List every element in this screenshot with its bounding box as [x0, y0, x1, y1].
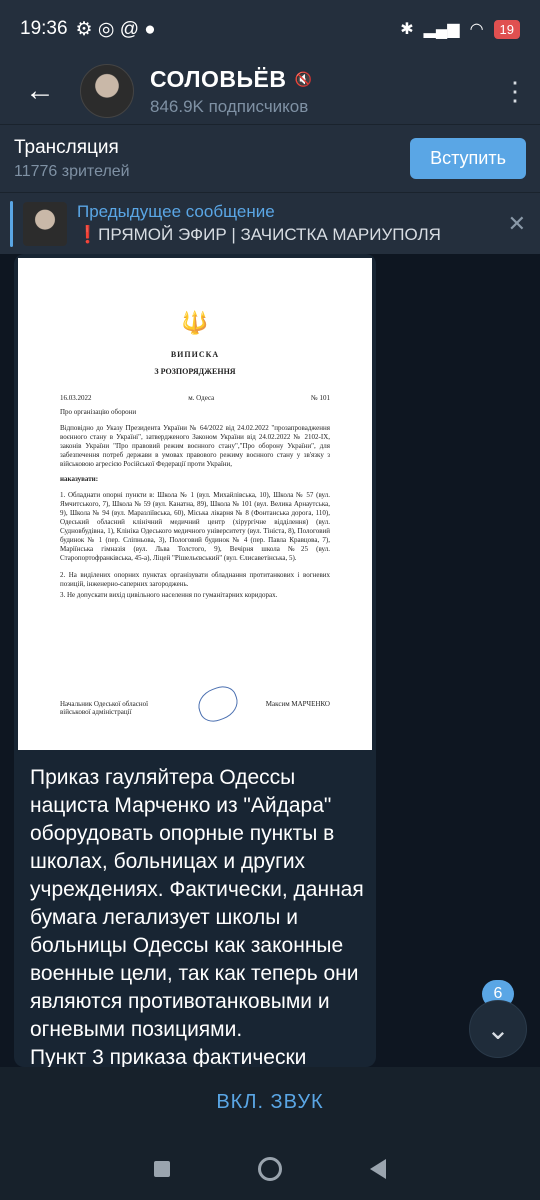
document-body-point2: 2. На виділених опорних пунктах організу… [60, 571, 330, 588]
system-navigation-bar [0, 1137, 540, 1200]
document-heading: ВИПИСКА [170, 350, 220, 359]
live-broadcast-bar: Трансляция 11776 зрителей Вступить [0, 124, 540, 192]
status-time: 19:36 [20, 18, 68, 39]
subscriber-count: 846.9K подписчиков [150, 96, 309, 116]
document-number: № 101 [311, 394, 330, 402]
pinned-text: ❗ПРЯМОЙ ЭФИР | ЗАЧИСТКА МАРИУПОЛЯ [77, 225, 441, 244]
notification-icons: ⚙ ◎ @ ● [75, 18, 156, 40]
message-body-cut: Пункт 3 приказа фактически [30, 1046, 307, 1067]
document-body-point3: 3. Не допускати вихід цивільного населен… [60, 591, 278, 599]
channel-title: СОЛОВЬЁВ [150, 65, 287, 92]
document-date: 16.03.2022 [60, 394, 92, 402]
document-body-point1: 1. Обладнати опорні пункти в: Школа № 1 … [60, 491, 330, 562]
document-city: м. Одеса [188, 394, 215, 402]
bottom-action-bar: ВКЛ. ЗВУК [0, 1067, 540, 1137]
document-signatory-name: Максим МАРЧЕНКО [265, 700, 330, 708]
chevron-down-icon: ⌄ [486, 1013, 510, 1045]
pinned-indicator [10, 200, 13, 247]
channel-avatar[interactable] [80, 64, 134, 118]
broadcast-title: Трансляция [14, 136, 119, 158]
document-body-intro: Відповідно до Указу Президента України №… [60, 424, 330, 468]
home-icon[interactable] [258, 1156, 282, 1181]
document-subheading: З РОЗПОРЯДЖЕННЯ [154, 367, 236, 376]
document-subject: Про організацію оборони [60, 408, 137, 416]
pinned-label: Предыдущее сообщение [77, 202, 275, 221]
back-arrow-icon[interactable]: ← [0, 74, 80, 108]
battery-indicator: 19 [493, 19, 520, 39]
join-broadcast-button[interactable]: Вступить [410, 138, 526, 179]
document-signatory-title: Начальник Одеської обласної військової а… [60, 700, 149, 716]
wifi-icon: ◠ [469, 21, 484, 38]
document-order-word: наказувати: [60, 475, 99, 483]
pinned-thumbnail [23, 201, 67, 246]
bluetooth-icon: ✱ [400, 21, 414, 38]
status-bar: 19:36 ⚙ ◎ @ ● ✱ ▂▄▆ ◠ 19 [0, 0, 540, 58]
channel-title-block[interactable]: СОЛОВЬЁВ 🔇 846.9K подписчиков [150, 66, 312, 117]
back-icon[interactable] [370, 1158, 386, 1179]
enable-sound-button[interactable]: ВКЛ. ЗВУК [216, 1091, 323, 1114]
message-body: Приказ гауляйтера Одессы нациста Марченк… [30, 766, 364, 1041]
document-image[interactable]: 🔱 ВИПИСКА З РОЗПОРЯДЖЕННЯ 16.03.2022 м. … [18, 258, 372, 750]
mute-icon: 🔇 [294, 70, 313, 87]
message-text: Приказ гауляйтера Одессы нациста Марченк… [30, 764, 370, 1067]
trident-emblem-icon: 🔱 [181, 310, 209, 335]
recents-icon[interactable] [154, 1160, 170, 1177]
more-menu-icon[interactable]: ⋮ [490, 76, 540, 107]
channel-header: ← СОЛОВЬЁВ 🔇 846.9K подписчиков ⋮ [0, 58, 540, 124]
chat-area[interactable]: 🔱 ВИПИСКА З РОЗПОРЯДЖЕННЯ 16.03.2022 м. … [0, 254, 540, 1067]
unpin-icon[interactable]: ✕ [508, 211, 526, 237]
message-bubble[interactable]: 🔱 ВИПИСКА З РОЗПОРЯДЖЕННЯ 16.03.2022 м. … [14, 254, 376, 1067]
broadcast-viewers: 11776 зрителей [14, 162, 130, 180]
signal-icon: ▂▄▆ [423, 21, 460, 38]
scroll-down-button[interactable]: ⌄ [469, 1000, 527, 1058]
pinned-message-bar[interactable]: Предыдущее сообщение ❗ПРЯМОЙ ЭФИР | ЗАЧИ… [0, 192, 540, 254]
